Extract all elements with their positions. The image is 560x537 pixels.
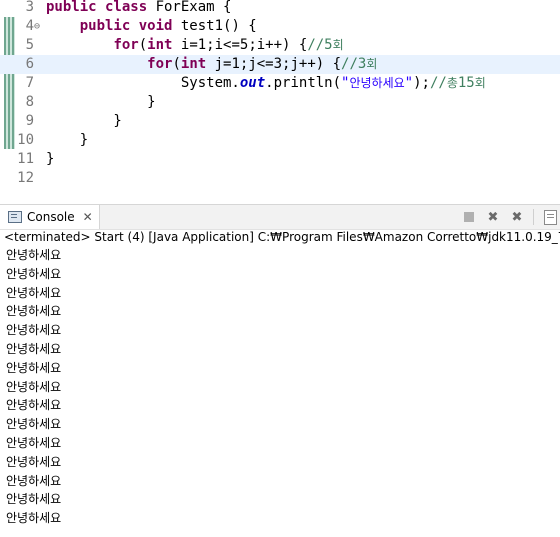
code-token: ( [138, 37, 148, 53]
console-tab-bar: Console ✕ ✖ ✖ [0, 204, 560, 230]
code-token: 회 [332, 38, 344, 52]
code-token: 15 [457, 75, 475, 91]
console-output-line: 안녕하세요 [6, 323, 62, 338]
tab-console[interactable]: Console ✕ [0, 205, 100, 229]
code-text: } [46, 131, 88, 150]
editor-horizontal-scrollbar[interactable]: < [44, 180, 560, 182]
console-status-line: <terminated> Start (4) [Java Application… [4, 230, 560, 244]
console-output-line: 안녕하세요 [6, 360, 62, 375]
code-token: 회 [474, 76, 486, 90]
console-output-line: 안녕하세요 [6, 248, 62, 262]
scroll-lock-button[interactable] [542, 209, 558, 225]
code-token: 회 [366, 57, 378, 71]
code-line[interactable]: 6 for(int j=1;j<=3;j++) {//3회 [0, 55, 560, 74]
code-line[interactable]: 3 public class ForExam { [0, 0, 560, 17]
console-toolbar: ✖ ✖ [461, 205, 560, 229]
console-icon [8, 211, 22, 223]
line-number: 8 [25, 94, 34, 110]
code-token: .println( [265, 75, 342, 91]
code-editor[interactable]: 3 public class ForExam {4 ⊖ public void te… [0, 0, 560, 182]
console-output-line: 안녕하세요 [6, 435, 62, 450]
code-token: 총 [446, 76, 458, 90]
code-token: } [46, 132, 89, 148]
code-text: } [46, 112, 122, 131]
code-token: //3 [341, 56, 367, 72]
code-text: System.out.println("안녕하세요");//총15회 [46, 74, 486, 93]
code-token: ( [172, 56, 181, 72]
code-line[interactable]: 7 System.out.println("안녕하세요");//총15회 [0, 74, 560, 93]
line-number: 10 [17, 132, 34, 148]
code-text: for(int j=1;j<=3;j++) {//3회 [46, 55, 377, 74]
code-line[interactable]: 11} [0, 150, 560, 169]
line-number: 4 [25, 18, 34, 34]
code-token: 안녕하세요 [349, 76, 405, 90]
code-text: public class ForExam { [46, 0, 231, 17]
terminate-button[interactable] [461, 209, 477, 225]
code-token: int [180, 56, 215, 72]
code-token: j=1;j<=3;j++) { [214, 56, 342, 72]
code-text: for(int i=1;i<=5;i++) {//5회 [46, 36, 344, 55]
console-output[interactable]: 안녕하세요 안녕하세요 안녕하세요 안녕하세요 안녕하세요 안녕하세요 안녕하세요 안녕하세요… [6, 246, 560, 528]
console-output-line: 안녕하세요 [6, 398, 62, 413]
code-line[interactable]: 5 for(int i=1;i<=5;i++) {//5회 [0, 36, 560, 55]
console-output-line: 안녕하세요 [6, 492, 62, 507]
code-token: //5 [307, 37, 333, 53]
code-token: for [113, 37, 139, 53]
code-token: " [404, 75, 414, 91]
code-token: out [239, 75, 266, 91]
console-output-line: 안녕하세요 [6, 285, 62, 300]
code-token: // [429, 75, 447, 91]
line-number: 6 [25, 56, 34, 72]
code-text: public void test1() { [46, 17, 257, 36]
code-token: public void [79, 18, 181, 34]
console-output-line: 안녕하세요 [6, 266, 62, 281]
code-token: ); [413, 75, 430, 91]
code-token: i=1;i<=5;i++) { [180, 37, 308, 53]
console-output-line: 안녕하세요 [6, 379, 62, 394]
remove-launch-button[interactable]: ✖ [485, 209, 501, 225]
fold-toggle-icon[interactable]: ⊖ [34, 17, 44, 36]
line-number: 3 [25, 0, 34, 15]
line-number: 5 [25, 37, 34, 53]
code-token: test1() { [180, 18, 257, 34]
code-token: for [147, 56, 173, 72]
stop-icon [464, 212, 474, 222]
code-token: public class [46, 0, 156, 15]
code-line[interactable]: 8 } [0, 93, 560, 112]
line-number: 12 [17, 170, 34, 182]
console-output-line: 안녕하세요 [6, 304, 62, 319]
toolbar-divider [533, 209, 534, 225]
console-output-line: 안녕하세요 [6, 417, 62, 432]
remove-all-terminated-button[interactable]: ✖ [509, 209, 525, 225]
console-output-line: 안녕하세요 [6, 473, 62, 488]
code-token: int [147, 37, 181, 53]
code-text: } [46, 150, 54, 169]
close-icon[interactable]: ✕ [83, 210, 93, 224]
console-output-line: 안녕하세요 [6, 511, 62, 526]
code-token: ForExam { [155, 0, 232, 15]
line-number: 7 [25, 75, 34, 91]
code-token: } [46, 151, 55, 167]
code-line[interactable]: 4 ⊖ public void test1() { [0, 17, 560, 36]
code-line[interactable]: 9 } [0, 112, 560, 131]
code-line[interactable]: 10 } [0, 131, 560, 150]
code-token: } [46, 94, 156, 110]
line-number: 11 [17, 151, 34, 167]
document-icon [543, 209, 557, 225]
code-text: } [46, 93, 156, 112]
code-token: System. [46, 75, 240, 91]
code-token: } [46, 113, 122, 129]
scroll-left-arrow-icon[interactable]: < [46, 180, 56, 182]
tab-console-label: Console [27, 210, 75, 224]
remove-icon: ✖ [487, 209, 499, 225]
console-output-line: 안녕하세요 [6, 454, 62, 469]
line-number: 9 [25, 113, 34, 129]
console-output-line: 안녕하세요 [6, 341, 62, 356]
remove-all-icon: ✖ [511, 209, 523, 225]
